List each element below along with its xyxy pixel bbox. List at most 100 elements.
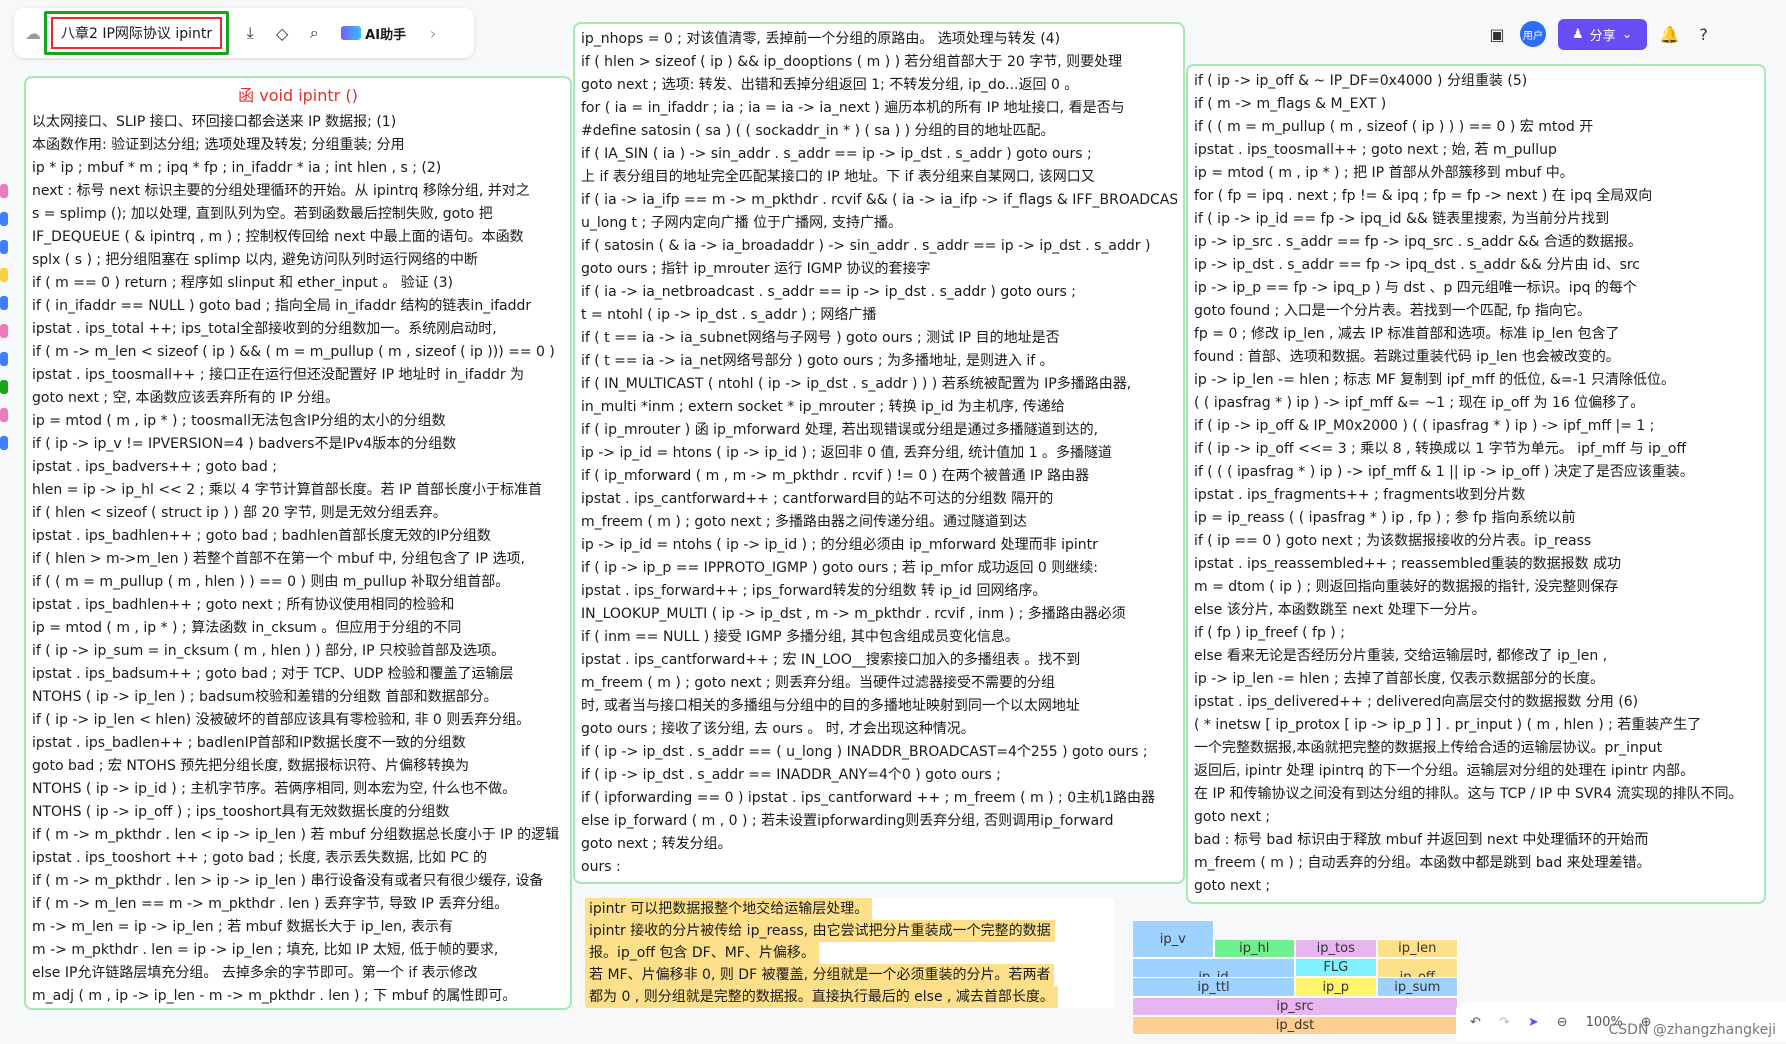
code-card-left[interactable]: 函 void ipintr () 以太网接口、SLIP 接口、环回接口都会送来 … [24,76,572,1010]
code-line: ip -> ip_src . s_addr == fp -> ipq_src .… [1194,234,1642,250]
note-line: 报。ip_off 包含 DF、MF、片偏移。 [585,942,819,964]
code-line: if ( in_ifaddr == NULL ) goto bad ; 指向全局… [32,298,532,314]
code-line: if ( m -> m_flags & M_EXT ) [1194,96,1387,112]
code-line: ipstat . ips_toosmall++ ; 接口正在运行但还没配置好 I… [32,367,525,383]
tool-dot[interactable] [0,296,8,310]
ip-header-field: ip_v [1132,920,1214,959]
bell-icon[interactable]: 🔔 [1659,23,1681,45]
code-card-middle[interactable]: ip_nhops = 0 ; 对该值清零, 丢掉前一个分组的原路由。 选项处理与… [573,22,1185,884]
code-line: IF_DEQUEUE ( & ipintrq , m ) ; 控制权传回给 ne… [32,229,524,245]
ip-header-field: ip_sum [1376,977,1458,997]
code-line: if ( hlen > m->m_len ) 若整个首部不在第一个 mbuf 中… [32,551,525,567]
code-line: if ( IA_SIN ( ia ) -> sin_addr . s_addr … [581,146,1092,162]
help-icon[interactable]: ? [1693,23,1715,45]
code-line: if ( ip_mforward ( m , m -> m_pkthdr . r… [581,468,1090,484]
code-line: ipstat . ips_total ++; ips_total全部接收到的分组… [32,321,497,337]
code-line: if ( ( m = m_pullup ( m , hlen ) ) == 0 … [32,574,510,590]
code-line: ipstat . ips_toosmall++ ; goto next ; 始,… [1194,142,1557,158]
tool-dot[interactable] [0,436,8,450]
card-lines: ip_nhops = 0 ; 对该值清零, 丢掉前一个分组的原路由。 选项处理与… [581,28,1177,879]
chevron-right-icon[interactable]: › [422,22,444,44]
code-line: goto next ; 空, 本函数应该丢弃所有的 IP 分组。 [32,390,339,406]
undo-icon[interactable]: ↶ [1470,1015,1481,1030]
pointer-icon[interactable]: ➤ [1528,1015,1539,1030]
tool-dot[interactable] [0,352,8,366]
code-line: if ( ip -> ip_sum = in_cksum ( m , hlen … [32,643,506,659]
code-line: 一个完整数据报,本函就把完整的数据报上传给合适的运输层协议。pr_input [1194,740,1663,756]
code-line: ipstat . ips_tooshort ++ ; goto bad ; 长度… [32,850,488,866]
left-tool-strip [0,170,14,870]
card-lines: 以太网接口、SLIP 接口、环回接口都会送来 IP 数据报; (1) 本函数作用:… [32,111,564,1008]
note-line: ipintr 接收的分片被传给 ip_reass, 由它尝试把分片重装成一个完整… [585,920,1055,942]
code-line: m_freem ( m ) ; goto next ; 多播路由器之间传递分组。… [581,514,1027,530]
ip-header-diagram[interactable]: ip_vip_hlip_tosip_lenip_idFLGip_offip_tt… [1132,920,1458,1035]
doc-title[interactable]: 八章2 IP网际协议 ipintr [51,17,223,49]
note-box[interactable]: ipintr 可以把数据报整个地交给运输层处理。 ipintr 接收的分片被传给 … [585,898,1115,1008]
code-line: ip -> ip_id = htons ( ip -> ip_id ) ; 返回… [581,445,1113,461]
code-line: if ( ip -> ip_v != IPVERSION=4 ) badvers… [32,436,457,452]
note-line: ipintr 可以把数据报整个地交给运输层处理。 [585,898,873,920]
user-plus-icon: ♟ [1572,26,1584,42]
code-line: for ( ia = in_ifaddr ; ia ; ia = ia -> i… [581,100,1125,116]
code-line: ipstat . ips_fragments++ ; fragments收到分片… [1194,487,1526,503]
code-line: t = ntohl ( ip -> ip_dst . s_addr ) ; 网络… [581,307,877,323]
code-line: ipstat . ips_badhlen++ ; goto next ; 所有协… [32,597,455,613]
tool-dot[interactable] [0,184,8,198]
code-line: 本函数作用: 验证到达分组; 选项处理及转发; 分组重装; 分用 [32,137,405,153]
search-icon[interactable]: ⌕ [303,22,325,44]
code-line: ip = mtod ( m , ip * ) ; 算法函数 in_cksum 。… [32,620,462,636]
code-line: #define satosin ( sa ) ( ( sockaddr_in *… [581,123,1055,139]
cloud-icon: ☁ [25,23,41,43]
code-line: if ( ip -> ip_off & IP_M0x2000 ) ( ( ipa… [1194,418,1655,434]
share-label: 分享 [1589,28,1616,44]
code-line: ipstat . ips_badsum++ ; goto bad ; 对于 TC… [32,666,514,682]
ip-header-field: FLG [1295,958,1377,978]
code-line: ipstat . ips_reassembled++ ; reassembled… [1194,556,1622,572]
code-line: if ( IN_MULTICAST ( ntohl ( ip -> ip_dst… [581,376,1132,392]
code-line: NTOHS ( ip -> ip_id ) ; 主机字节序。若俩序相同, 则本宏… [32,781,517,797]
code-line: else IP允许链路层填充分组。 去掉多余的字节即可。第一个 if 表示修改 [32,965,478,981]
code-line: if ( ip -> ip_p == IPPROTO_IGMP ) goto o… [581,560,1099,576]
tool-dot[interactable] [0,408,8,422]
card-title: 函 void ipintr () [238,86,358,105]
tool-dot[interactable] [0,268,8,282]
ai-assistant-button[interactable]: AI助手 [335,22,412,45]
code-line: ipstat . ips_badlen++ ; badlenIP首部和IP数据长… [32,735,466,751]
code-line: ( ( ipasfrag * ) ip ) -> ipf_mff &= ~1 ;… [1194,395,1645,411]
code-line: NTOHS ( ip -> ip_off ) ; ips_tooshort具有无… [32,804,450,820]
code-line: if ( ip -> ip_id == fp -> ipq_id && 链表里搜… [1194,211,1610,227]
briefcase-icon[interactable]: ▣ [1486,23,1508,45]
doc-title-highlight: 八章2 IP网际协议 ipintr [44,11,230,55]
code-line: m_adj ( m , ip -> ip_len - m -> m_pkthdr… [32,988,517,1004]
code-line: ours : [581,859,621,875]
code-line: else 看来无论是否经历分片重装, 交给运输层时, 都修改了 ip_len , [1194,648,1608,664]
tool-dot[interactable] [0,212,8,226]
ip-header-field: ip_hl [1213,939,1295,959]
code-card-right[interactable]: if ( ip -> ip_off & ~ IP_DF=0x4000 ) 分组重… [1186,64,1766,904]
tag-icon[interactable]: ◇ [271,22,293,44]
avatar[interactable]: 用户 [1520,21,1546,47]
code-line: if ( t == ia -> ia_net网络号部分 ) goto ours … [581,353,1054,369]
download-icon[interactable]: ⤓ [239,22,261,44]
zoom-out-icon[interactable]: ⊖ [1557,1015,1568,1030]
code-line: found : 首部、选项和数据。若跳过重装代码 ip_len 也会被改变的。 [1194,349,1620,365]
code-line: if ( m == 0 ) return ; 程序如 slinput 和 eth… [32,275,453,291]
share-button[interactable]: ♟ 分享 ⌄ [1558,18,1647,50]
code-line: if ( inm == NULL ) 接受 IGMP 多播分组, 其中包含组成员… [581,629,1019,645]
code-line: NTOHS ( ip -> ip_len ) ; badsum校验和差错的分组数… [32,689,498,705]
whiteboard-canvas[interactable]: { "toolbar": { "doc_title": "八章2 IP网际协议 … [0,0,1786,1044]
code-line: ipstat . ips_badhlen++ ; goto bad ; badh… [32,528,491,544]
ip-header-field: ip_p [1295,977,1377,997]
chevron-down-icon[interactable]: ⌄ [1622,27,1633,42]
code-line: else 该分片, 本函数跳至 next 处理下一分片。 [1194,602,1486,618]
code-line: if ( ip == 0 ) goto next ; 为该数据报接收的分片表。i… [1194,533,1592,549]
code-line: ip = mtod ( m , ip * ) ; toosmall无法包含IP分… [32,413,446,429]
code-line: if ( ( ( ipasfrag * ) ip ) -> ipf_mff & … [1194,464,1694,480]
ip-header-field: ip_src [1132,996,1458,1016]
code-line: ip -> ip_len -= hlen ; 去掉了首部长度, 仅表示数据部分的… [1194,671,1605,687]
tool-dot[interactable] [0,324,8,338]
tool-dot[interactable] [0,380,8,394]
tool-dot[interactable] [0,240,8,254]
code-line: m = dtom ( ip ) ; 则返回指向重装好的数据报的指针, 没完整则保… [1194,579,1619,595]
redo-icon[interactable]: ↷ [1499,1015,1510,1030]
